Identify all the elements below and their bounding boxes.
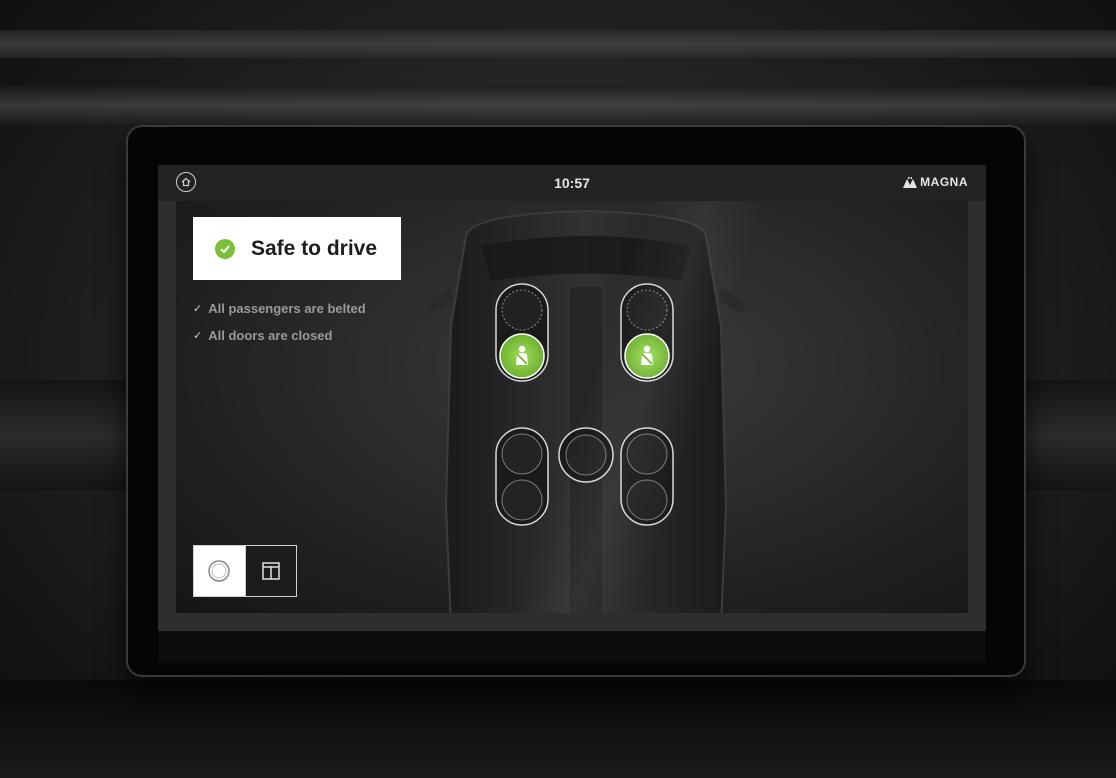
- dashboard-trim-upper: [0, 85, 1116, 125]
- checklist-item-label: All passengers are belted: [208, 301, 366, 316]
- seat-front-left[interactable]: [495, 283, 549, 382]
- infotainment-screen: 10:57 MAGNA Safe to drive ✓ All passenge…: [158, 165, 986, 631]
- brand-logo: MAGNA: [903, 175, 968, 189]
- grid-view-icon: [262, 562, 280, 580]
- display-chin: [158, 631, 986, 663]
- brand-name: MAGNA: [920, 175, 968, 189]
- seat-rear-left[interactable]: [495, 427, 549, 526]
- check-icon: ✓: [193, 303, 203, 315]
- drive-status-card: Safe to drive: [193, 217, 401, 280]
- check-circle-icon: [215, 238, 235, 259]
- safety-checklist: ✓ All passengers are belted ✓ All doors …: [193, 295, 366, 349]
- dashboard-trim-top: [0, 30, 1116, 58]
- magna-logo-icon: [903, 176, 918, 188]
- status-bar: 10:57 MAGNA: [158, 165, 986, 201]
- air-vent-left: [0, 380, 130, 490]
- circle-view-icon: [208, 560, 230, 582]
- view-toggle: [193, 545, 297, 597]
- checklist-item-label: All doors are closed: [208, 328, 333, 343]
- grid-view-button[interactable]: [244, 546, 296, 596]
- checklist-item: ✓ All doors are closed: [193, 322, 366, 349]
- vehicle-status-view: Safe to drive ✓ All passengers are belte…: [176, 201, 968, 613]
- mirror-left: [426, 286, 453, 314]
- dashboard-lower: [0, 680, 1116, 778]
- check-icon: ✓: [193, 330, 203, 342]
- drive-status-title: Safe to drive: [251, 236, 378, 260]
- checklist-item: ✓ All passengers are belted: [193, 295, 366, 322]
- clock: 10:57: [554, 175, 590, 191]
- seat-view-button[interactable]: [194, 546, 245, 596]
